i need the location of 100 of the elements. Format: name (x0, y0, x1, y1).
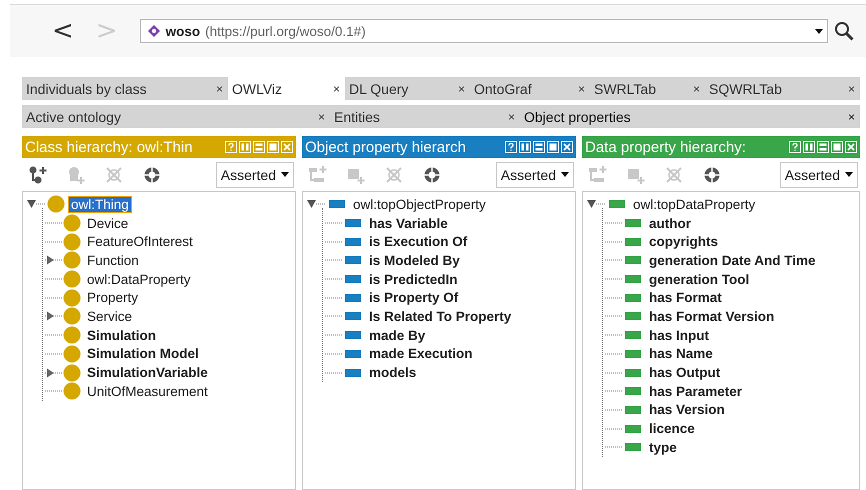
tree-item[interactable]: owl:topDataProperty (631, 196, 758, 212)
close-tab-button[interactable]: × (848, 82, 855, 96)
close-tab-button[interactable]: × (458, 82, 465, 96)
help-icon[interactable] (505, 141, 517, 153)
tab[interactable]: Individuals by class × (22, 77, 228, 100)
tree-item[interactable]: SimulationVariable (85, 365, 210, 380)
property-icon (623, 312, 643, 320)
tree-item[interactable]: has Name (647, 346, 715, 362)
tab[interactable]: OWLViz × (228, 77, 345, 100)
class-icon (63, 232, 81, 251)
property-icon (607, 200, 627, 208)
class-icon (63, 307, 81, 326)
dropdown-caret-icon[interactable] (561, 172, 569, 177)
close-tab-button[interactable]: × (332, 82, 340, 96)
ontology-icon (146, 24, 161, 38)
property-icon (343, 294, 363, 302)
tree-item[interactable]: has Input (647, 328, 711, 343)
tree-item[interactable]: copyrights (647, 234, 720, 250)
tree-item[interactable]: Device (85, 216, 130, 231)
tree-item[interactable]: has Format (647, 290, 724, 306)
close-tab-button[interactable]: × (508, 110, 515, 124)
view-mode-dropdown[interactable]: Asserted (780, 162, 858, 188)
close-tab-button[interactable]: × (692, 82, 700, 96)
tab[interactable]: Active ontology × (22, 105, 330, 128)
split-horizontal-icon[interactable] (253, 141, 265, 153)
tree-item[interactable]: Service (85, 308, 134, 324)
back-button[interactable]: < (44, 18, 82, 44)
dropdown-caret-icon[interactable] (815, 28, 823, 34)
tree-item[interactable]: Property (85, 290, 140, 306)
maximize-icon[interactable] (547, 141, 559, 153)
view-mode-dropdown[interactable]: Asserted (496, 162, 574, 188)
help-icon[interactable] (225, 141, 237, 153)
view-mode-dropdown[interactable]: Asserted (216, 162, 294, 188)
tree-item[interactable]: is Modeled By (367, 252, 462, 268)
tree-item[interactable]: Simulation (85, 328, 158, 343)
find-icon[interactable] (702, 164, 722, 184)
help-icon[interactable] (789, 141, 801, 153)
collapsed-arrow-icon[interactable] (43, 368, 63, 378)
close-tab-button[interactable]: × (848, 110, 855, 124)
tree-item[interactable]: made By (367, 328, 428, 343)
tree-item[interactable]: Simulation Model (85, 346, 201, 362)
tree-item[interactable]: is Execution Of (367, 234, 470, 250)
tab[interactable]: Object properties × (520, 105, 860, 128)
close-tab-button[interactable]: × (578, 82, 585, 96)
tree-item[interactable]: generation Date And Time (647, 252, 818, 268)
expanded-arrow-icon[interactable] (587, 199, 605, 210)
tree-item[interactable]: owl:topObjectProperty (351, 196, 488, 212)
class-icon (63, 364, 81, 382)
tree-item[interactable]: UnitOfMeasurement (85, 384, 210, 399)
class-icon (63, 326, 81, 344)
split-icon[interactable] (803, 141, 815, 153)
tab[interactable]: OntoGraf × (470, 77, 590, 100)
close-tab-button[interactable]: × (216, 82, 223, 96)
tree-item[interactable]: licence (647, 421, 697, 436)
collapsed-arrow-icon[interactable] (43, 311, 63, 322)
tree-item[interactable]: is Property Of (367, 290, 460, 306)
tree-item[interactable]: generation Tool (647, 272, 752, 287)
dropdown-caret-icon[interactable] (281, 172, 289, 177)
expanded-arrow-icon[interactable] (27, 199, 45, 210)
class-icon (63, 214, 81, 232)
tree-item[interactable]: is PredictedIn (367, 272, 460, 287)
tree-item[interactable]: made Execution (367, 346, 475, 362)
ontology-address-field[interactable]: woso (https://purl.org/woso/0.1#) (140, 19, 828, 43)
class-icon (63, 288, 81, 307)
maximize-icon[interactable] (267, 141, 279, 153)
tree-item[interactable]: owl:Thing (69, 196, 131, 212)
find-icon[interactable] (142, 164, 162, 184)
dropdown-caret-icon[interactable] (845, 172, 853, 177)
split-horizontal-icon[interactable] (817, 141, 829, 153)
tree-item[interactable]: Is Related To Property (367, 308, 514, 324)
tree-item[interactable]: has Variable (367, 216, 450, 231)
tree-item[interactable]: owl:DataProperty (85, 272, 193, 287)
property-icon (623, 443, 643, 452)
close-icon[interactable] (561, 141, 573, 153)
tree-item[interactable]: FeatureOfInterest (85, 234, 195, 250)
tab[interactable]: Entities × (330, 105, 520, 128)
collapsed-arrow-icon[interactable] (43, 255, 63, 266)
split-icon[interactable] (519, 141, 531, 153)
tab[interactable]: SWRLTab × (590, 77, 705, 100)
split-horizontal-icon[interactable] (533, 141, 545, 153)
expanded-arrow-icon[interactable] (307, 199, 325, 210)
tree-item[interactable]: has Parameter (647, 384, 744, 399)
tree-item[interactable]: type (647, 440, 679, 455)
close-icon[interactable] (281, 141, 293, 153)
tree-item[interactable]: models (367, 365, 418, 380)
split-icon[interactable] (239, 141, 251, 153)
tree-item[interactable]: has Version (647, 402, 727, 418)
tree-item[interactable]: author (647, 216, 693, 231)
search-icon[interactable] (834, 21, 854, 41)
tab[interactable]: SQWRLTab × (705, 77, 860, 100)
close-icon[interactable] (845, 141, 857, 153)
tab[interactable]: DL Query × (345, 77, 470, 100)
tree-item[interactable]: Function (85, 252, 141, 268)
find-icon[interactable] (422, 164, 442, 184)
tree-item[interactable]: has Output (647, 365, 722, 380)
class-icon (63, 382, 81, 400)
close-tab-button[interactable]: × (318, 110, 325, 124)
add-subclass-icon[interactable] (28, 164, 48, 184)
tree-item[interactable]: has Format Version (647, 308, 776, 324)
maximize-icon[interactable] (831, 141, 843, 153)
